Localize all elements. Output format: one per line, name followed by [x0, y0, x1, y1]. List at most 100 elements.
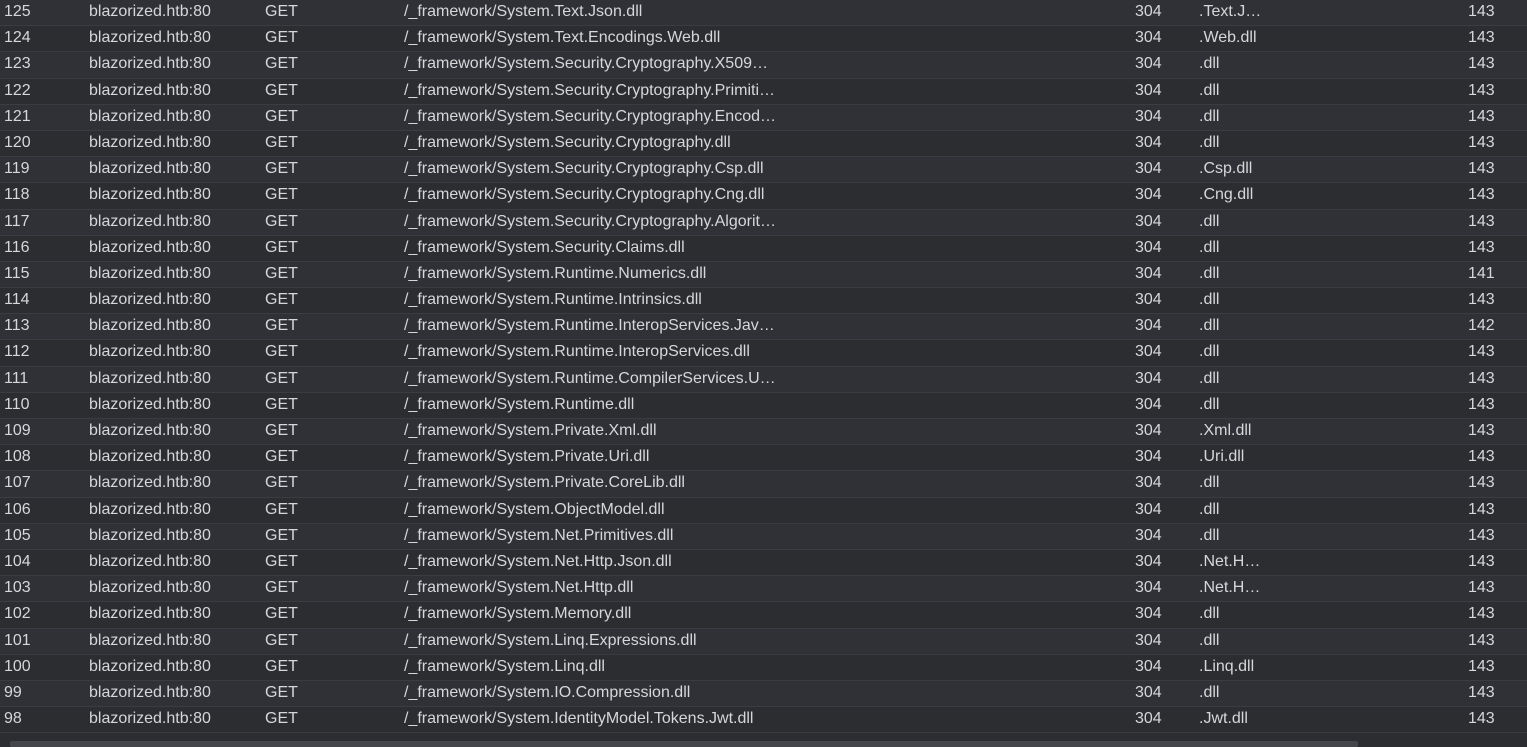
- url-cell: /_framework/System.Memory.dll: [404, 605, 632, 623]
- host-cell: blazorized.htb:80: [89, 3, 211, 20]
- status-code-cell: 304: [1135, 212, 1162, 230]
- table-row[interactable]: 106 blazorized.htb:80 GET /_framework/Syste…: [0, 497, 1527, 524]
- table-row[interactable]: 122 blazorized.htb:80 GET /_framework/Syste…: [0, 78, 1527, 105]
- table-row[interactable]: 98 blazorized.htb:80 GET /_framework/System…: [0, 707, 1527, 734]
- url-cell: /_framework/System.Security.Cryptography…: [404, 133, 731, 151]
- host-cell: blazorized.htb:80: [89, 500, 211, 518]
- extension-cell: .dll: [1199, 474, 1220, 492]
- extension-cell: .dll: [1199, 55, 1220, 73]
- table-row[interactable]: 101 blazorized.htb:80 GET /_framework/Syste…: [0, 628, 1527, 655]
- row-number-cell: 114: [4, 291, 30, 309]
- table-row[interactable]: 100 blazorized.htb:80 GET /_framework/Syste…: [0, 654, 1527, 681]
- length-cell: 143: [1468, 343, 1495, 361]
- method-cell: GET: [265, 395, 298, 413]
- row-number-cell: 103: [4, 579, 31, 597]
- table-row[interactable]: 118 blazorized.htb:80 GET /_framework/Syste…: [0, 183, 1527, 210]
- method-cell: GET: [265, 291, 298, 309]
- host-cell: blazorized.htb:80: [89, 448, 211, 466]
- status-code-cell: 304: [1135, 552, 1162, 570]
- extension-cell: .dll: [1199, 107, 1220, 125]
- url-cell: /_framework/System.Net.Http.dll: [404, 579, 634, 597]
- method-cell: GET: [265, 552, 298, 570]
- status-code-cell: 304: [1135, 605, 1162, 623]
- host-cell: blazorized.htb:80: [89, 369, 211, 387]
- status-code-cell: 304: [1135, 579, 1162, 597]
- table-row[interactable]: 107 blazorized.htb:80 GET /_framework/Syste…: [0, 471, 1527, 498]
- table-row[interactable]: 124 blazorized.htb:80 GET /_framework/Syste…: [0, 26, 1527, 53]
- extension-cell: .dll: [1199, 526, 1220, 544]
- table-row[interactable]: 111 blazorized.htb:80 GET /_framework/Syste…: [0, 366, 1527, 393]
- host-cell: blazorized.htb:80: [89, 107, 211, 125]
- table-row[interactable]: 104 blazorized.htb:80 GET /_framework/Syste…: [0, 549, 1527, 577]
- table-row[interactable]: 119 blazorized.htb:80 GET /_framework/Syste…: [0, 157, 1527, 184]
- url-cell: /_framework/System.Runtime.Numerics.dll: [404, 264, 707, 282]
- table-row[interactable]: 114 blazorized.htb:80 GET /_framework/Syste…: [0, 288, 1527, 315]
- extension-cell: .dll: [1199, 317, 1220, 335]
- scrollbar-thumb[interactable]: [10, 741, 1358, 747]
- row-number-cell: 124: [4, 29, 31, 47]
- length-cell: 143: [1468, 29, 1495, 47]
- method-cell: GET: [265, 605, 298, 623]
- table-row[interactable]: 116 blazorized.htb:80 GET /_framework/Syste…: [0, 235, 1527, 262]
- row-number-cell: 105: [4, 526, 31, 544]
- method-cell: GET: [265, 579, 298, 597]
- table-row[interactable]: 99 blazorized.htb:80 GET /_framework/System…: [0, 680, 1527, 708]
- table-row[interactable]: 117 blazorized.htb:80 GET /_framework/Syste…: [0, 209, 1527, 236]
- extension-cell: .dll: [1199, 212, 1220, 230]
- length-cell: 143: [1468, 160, 1495, 178]
- extension-cell: .dll: [1199, 369, 1220, 387]
- table-row[interactable]: 110 blazorized.htb:80 GET /_framework/Syste…: [0, 392, 1527, 419]
- url-cell: /_framework/System.Runtime.CompilerServi…: [404, 369, 776, 387]
- url-cell: /_framework/System.Security.Cryptography…: [404, 212, 776, 230]
- status-code-cell: 304: [1135, 395, 1162, 413]
- extension-cell: .dll: [1199, 133, 1220, 151]
- length-cell: 143: [1468, 500, 1495, 518]
- host-cell: blazorized.htb:80: [89, 160, 211, 178]
- table-row[interactable]: 109 blazorized.htb:80 GET /_framework/Syste…: [0, 419, 1527, 446]
- method-cell: GET: [265, 107, 298, 125]
- table-row[interactable]: 123 blazorized.htb:80 GET /_framework/Syste…: [0, 52, 1527, 79]
- url-cell: /_framework/System.IdentityModel.Tokens.…: [404, 710, 754, 728]
- table-row[interactable]: 120 blazorized.htb:80 GET /_framework/Syste…: [0, 130, 1527, 158]
- extension-cell: .dll: [1199, 264, 1220, 282]
- row-number-cell: 113: [4, 317, 30, 335]
- table-row[interactable]: 103 blazorized.htb:80 GET /_framework/Syste…: [0, 576, 1527, 603]
- table-row[interactable]: 105 blazorized.htb:80 GET /_framework/Syste…: [0, 523, 1527, 550]
- extension-cell: .Csp.dll: [1199, 160, 1253, 178]
- table-row[interactable]: 102 blazorized.htb:80 GET /_framework/Syste…: [0, 602, 1527, 629]
- extension-cell: .Net.H…: [1199, 579, 1261, 597]
- method-cell: GET: [265, 29, 298, 47]
- row-number-cell: 102: [4, 605, 31, 623]
- extension-cell: .dll: [1199, 395, 1220, 413]
- table-row[interactable]: 112 blazorized.htb:80 GET /_framework/Syste…: [0, 340, 1527, 367]
- table-row[interactable]: 125 blazorized.htb:80 GET /_framework/Syste…: [0, 0, 1527, 27]
- host-cell: blazorized.htb:80: [89, 317, 211, 335]
- table-row[interactable]: 108 blazorized.htb:80 GET /_framework/Syste…: [0, 445, 1527, 472]
- status-code-cell: 304: [1135, 238, 1162, 256]
- host-cell: blazorized.htb:80: [89, 55, 211, 73]
- length-cell: 143: [1468, 657, 1495, 675]
- table-row[interactable]: 115 blazorized.htb:80 GET /_framework/Syste…: [0, 261, 1527, 289]
- status-code-cell: 304: [1135, 631, 1162, 649]
- table-row[interactable]: 121 blazorized.htb:80 GET /_framework/Syste…: [0, 104, 1527, 131]
- host-cell: blazorized.htb:80: [89, 631, 211, 649]
- host-cell: blazorized.htb:80: [89, 579, 211, 597]
- method-cell: GET: [265, 369, 298, 387]
- host-cell: blazorized.htb:80: [89, 343, 211, 361]
- extension-cell: .Linq.dll: [1199, 657, 1255, 675]
- method-cell: GET: [265, 526, 298, 544]
- length-cell: 143: [1468, 579, 1495, 597]
- method-cell: GET: [265, 264, 298, 282]
- host-cell: blazorized.htb:80: [89, 264, 211, 282]
- method-cell: GET: [265, 81, 298, 99]
- method-cell: GET: [265, 186, 298, 204]
- row-number-cell: 108: [4, 448, 31, 466]
- status-code-cell: 304: [1135, 29, 1162, 47]
- method-cell: GET: [265, 133, 298, 151]
- horizontal-scrollbar[interactable]: [0, 734, 1527, 747]
- table-row[interactable]: 113 blazorized.htb:80 GET /_framework/Syste…: [0, 314, 1527, 341]
- row-number-cell: 115: [4, 264, 30, 282]
- url-cell: /_framework/System.Linq.dll: [404, 657, 605, 675]
- extension-cell: .dll: [1199, 343, 1220, 361]
- length-cell: 143: [1468, 552, 1495, 570]
